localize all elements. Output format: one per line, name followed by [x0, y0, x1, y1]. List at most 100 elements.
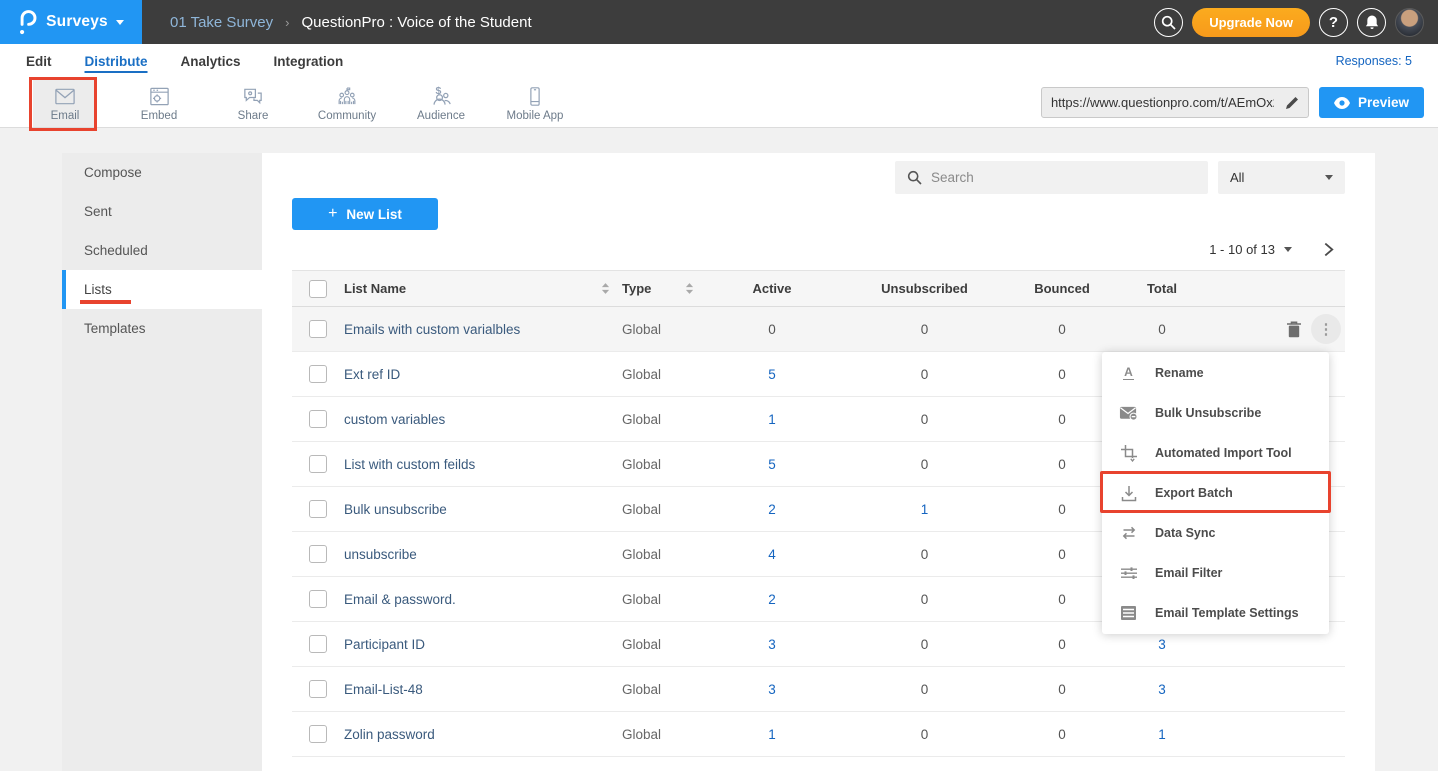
toolbar-item-share[interactable]: Share — [221, 78, 285, 127]
list-name-link[interactable]: Emails with custom varialbles — [344, 322, 520, 337]
menu-item-automated-import-tool[interactable]: Automated Import Tool — [1102, 433, 1329, 473]
tab-edit[interactable]: Edit — [26, 54, 52, 69]
sidebar-item-templates[interactable]: Templates — [62, 309, 262, 348]
row-checkbox[interactable] — [309, 320, 327, 338]
next-page-button[interactable] — [1322, 242, 1335, 257]
bounced-count: 0 — [1012, 457, 1112, 472]
select-all-checkbox[interactable] — [309, 280, 327, 298]
unsubscribed-count: 0 — [837, 727, 1012, 742]
unsubscribed-count: 0 — [837, 457, 1012, 472]
product-switcher[interactable]: Surveys — [0, 0, 142, 44]
sort-icon[interactable] — [685, 282, 694, 295]
menu-item-email-filter[interactable]: Email Filter — [1102, 553, 1329, 593]
sort-icon[interactable] — [601, 282, 610, 295]
list-name-link[interactable]: Email & password. — [344, 592, 456, 607]
table-header: List Name Type Active Unsubscribed Bounc… — [292, 270, 1345, 307]
trash-icon[interactable] — [1286, 320, 1302, 338]
row-checkbox[interactable] — [309, 545, 327, 563]
list-name-link[interactable]: unsubscribe — [344, 547, 417, 562]
list-search-input[interactable] — [931, 170, 1196, 185]
list-filter-dropdown[interactable]: All — [1218, 161, 1345, 194]
list-name-link[interactable]: Email-List-48 — [344, 682, 423, 697]
toolbar-item-mobile-app[interactable]: Mobile App — [503, 78, 567, 127]
list-name-link[interactable]: List with custom feilds — [344, 457, 475, 472]
community-icon — [335, 84, 359, 108]
table-row: Zolin passwordGlobal1001 — [292, 712, 1345, 757]
survey-title: QuestionPro : Voice of the Student — [301, 14, 531, 31]
row-checkbox[interactable] — [309, 455, 327, 473]
column-active: Active — [707, 281, 837, 296]
sidebar-item-scheduled[interactable]: Scheduled — [62, 231, 262, 270]
toolbar-item-embed[interactable]: Embed — [127, 78, 191, 127]
tab-distribute[interactable]: Distribute — [85, 54, 148, 69]
user-avatar[interactable] — [1395, 8, 1424, 37]
edit-url-button[interactable] — [1276, 88, 1308, 117]
pagination-range: 1 - 10 of 13 — [1209, 242, 1275, 257]
active-count: 0 — [707, 322, 837, 337]
responses-count[interactable]: Responses: 5 — [1336, 54, 1412, 68]
sidebar-item-compose[interactable]: Compose — [62, 153, 262, 192]
breadcrumb-survey-link[interactable]: 01 Take Survey — [170, 14, 273, 31]
toolbar-item-community[interactable]: Community — [315, 78, 379, 127]
preview-button[interactable]: Preview — [1319, 87, 1424, 118]
list-name-link[interactable]: Participant ID — [344, 637, 425, 652]
list-name-link[interactable]: Bulk unsubscribe — [344, 502, 447, 517]
menu-item-email-template-settings[interactable]: Email Template Settings — [1102, 593, 1329, 633]
row-checkbox[interactable] — [309, 725, 327, 743]
row-checkbox[interactable] — [309, 365, 327, 383]
survey-url-input[interactable] — [1042, 95, 1276, 110]
table-row: Emails with custom varialblesGlobal0000⋮ — [292, 307, 1345, 352]
menu-item-export-batch[interactable]: Export Batch — [1102, 473, 1329, 513]
notifications-button[interactable] — [1357, 8, 1386, 37]
row-menu-button[interactable]: ⋮ — [1311, 314, 1341, 344]
tab-analytics[interactable]: Analytics — [181, 54, 241, 69]
list-type: Global — [622, 592, 707, 607]
export-batch-icon — [1119, 484, 1138, 502]
embed-icon — [148, 84, 171, 108]
pagination-range-dropdown[interactable]: 1 - 10 of 13 — [1209, 242, 1292, 257]
list-type: Global — [622, 502, 707, 517]
sidebar-item-sent[interactable]: Sent — [62, 192, 262, 231]
bell-icon — [1365, 14, 1379, 30]
bounced-count: 0 — [1012, 592, 1112, 607]
email-sidebar: ComposeSentScheduledListsTemplates — [62, 153, 262, 771]
tab-integration[interactable]: Integration — [274, 54, 344, 69]
row-checkbox[interactable] — [309, 680, 327, 698]
menu-item-rename[interactable]: ARename — [1102, 353, 1329, 393]
menu-item-bulk-unsubscribe[interactable]: Bulk Unsubscribe — [1102, 393, 1329, 433]
active-count: 3 — [707, 637, 837, 652]
toolbar-item-label: Audience — [417, 110, 465, 122]
row-checkbox[interactable] — [309, 410, 327, 428]
menu-item-label: Bulk Unsubscribe — [1155, 406, 1261, 420]
row-checkbox[interactable] — [309, 635, 327, 653]
list-searchbox — [895, 161, 1208, 194]
menu-item-label: Email Filter — [1155, 566, 1222, 580]
topbar-actions: Upgrade Now ? — [1154, 0, 1438, 44]
breadcrumb: 01 Take Survey › QuestionPro : Voice of … — [142, 0, 1154, 44]
toolbar-item-label: Email — [51, 110, 80, 122]
list-name-link[interactable]: Zolin password — [344, 727, 435, 742]
sidebar-item-lists[interactable]: Lists — [62, 270, 262, 309]
breadcrumb-separator-icon: › — [285, 15, 289, 30]
bulk-unsubscribe-icon — [1119, 405, 1138, 421]
list-type: Global — [622, 412, 707, 427]
upgrade-now-button[interactable]: Upgrade Now — [1192, 8, 1310, 37]
kebab-menu-icon: ⋮ — [1319, 322, 1334, 337]
list-name-link[interactable]: Ext ref ID — [344, 367, 400, 382]
list-name-link[interactable]: custom variables — [344, 412, 445, 427]
bounced-count: 0 — [1012, 412, 1112, 427]
menu-item-label: Email Template Settings — [1155, 606, 1299, 620]
new-list-button[interactable]: + New List — [292, 198, 438, 230]
total-count: 3 — [1112, 637, 1212, 652]
toolbar-item-audience[interactable]: $Audience — [409, 78, 473, 127]
search-button[interactable] — [1154, 8, 1183, 37]
menu-item-label: Export Batch — [1155, 486, 1233, 500]
list-actions-menu: ARename Bulk Unsubscribe Automated Import … — [1102, 352, 1329, 634]
unsubscribed-count: 0 — [837, 367, 1012, 382]
unsubscribed-count: 1 — [837, 502, 1012, 517]
row-checkbox[interactable] — [309, 500, 327, 518]
row-checkbox[interactable] — [309, 590, 327, 608]
menu-item-data-sync[interactable]: Data Sync — [1102, 513, 1329, 553]
help-button[interactable]: ? — [1319, 8, 1348, 37]
toolbar-item-email[interactable]: Email — [33, 78, 97, 127]
